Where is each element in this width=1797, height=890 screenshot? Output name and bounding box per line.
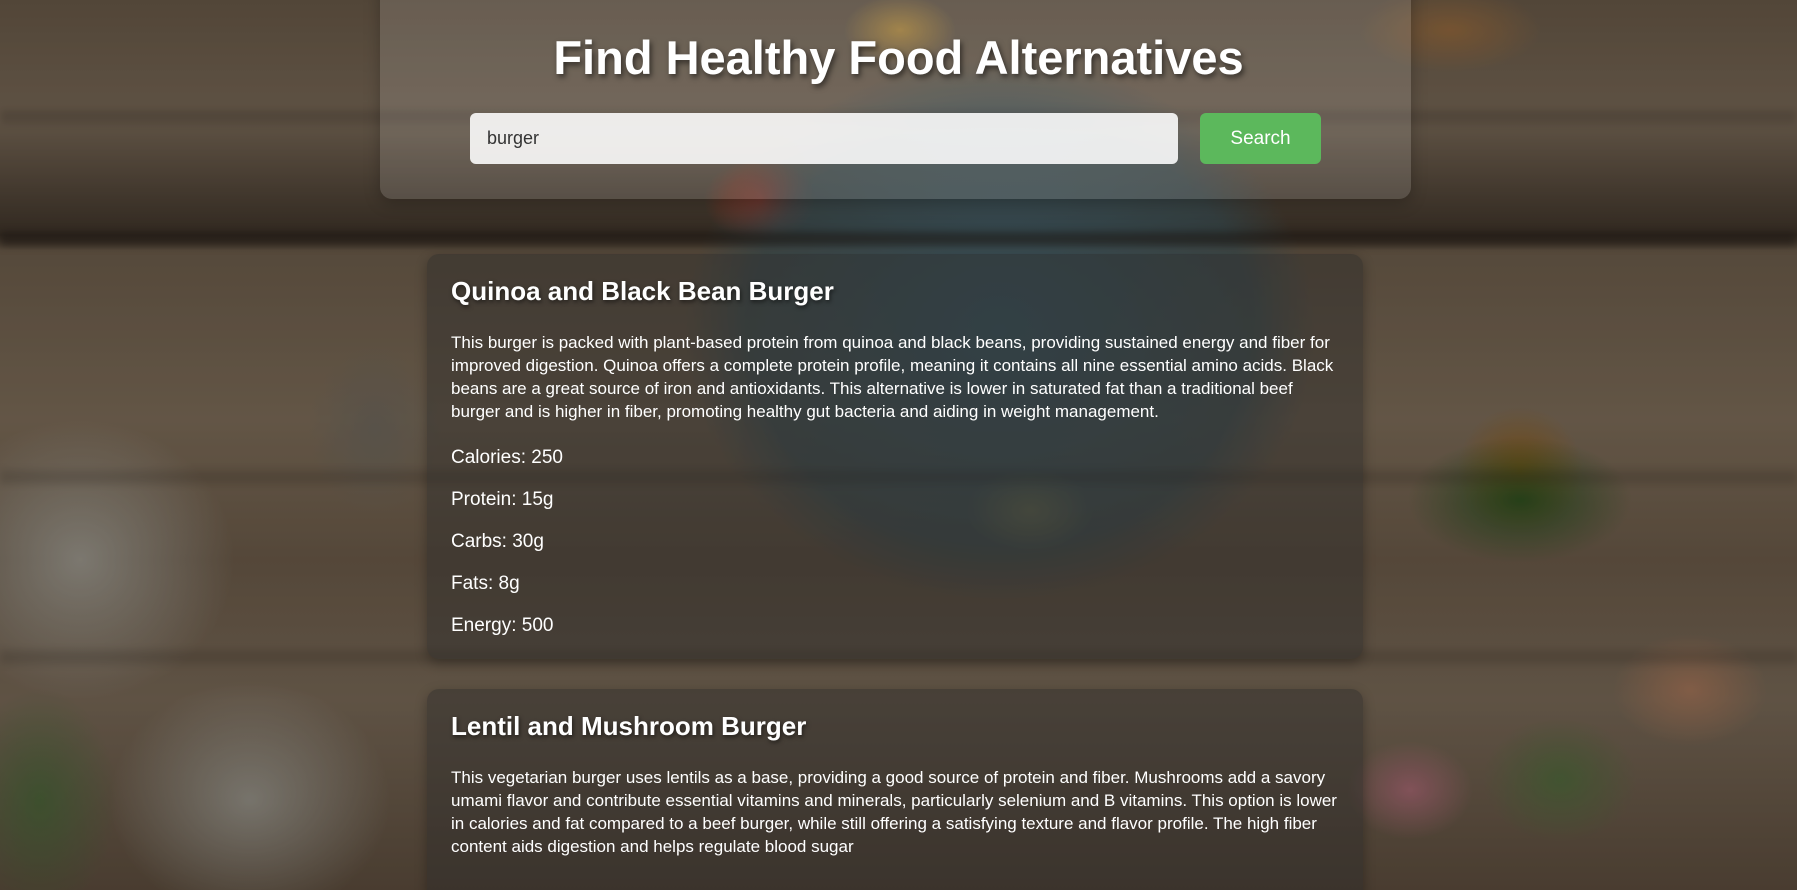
energy-value: Energy: 500 [451,615,554,636]
protein-value: Protein: 15g [451,489,554,510]
card-description: This vegetarian burger uses lentils as a… [451,768,1337,856]
card-description: This burger is packed with plant-based p… [451,333,1334,421]
search-input[interactable] [470,113,1178,164]
search-button[interactable]: Search [1200,113,1321,164]
card-title: Quinoa and Black Bean Burger [451,276,834,306]
calories-value: Calories: 250 [451,447,563,468]
card-title: Lentil and Mushroom Burger [451,711,807,741]
result-card: Lentil and Mushroom Burger This vegetari… [427,689,1363,890]
result-card: Quinoa and Black Bean Burger This burger… [427,254,1363,659]
carbs-value: Carbs: 30g [451,531,544,552]
page-title: Find Healthy Food Alternatives [553,31,1244,84]
fats-value: Fats: 8g [451,573,520,594]
results-list: Quinoa and Black Bean Burger This burger… [427,254,1363,890]
